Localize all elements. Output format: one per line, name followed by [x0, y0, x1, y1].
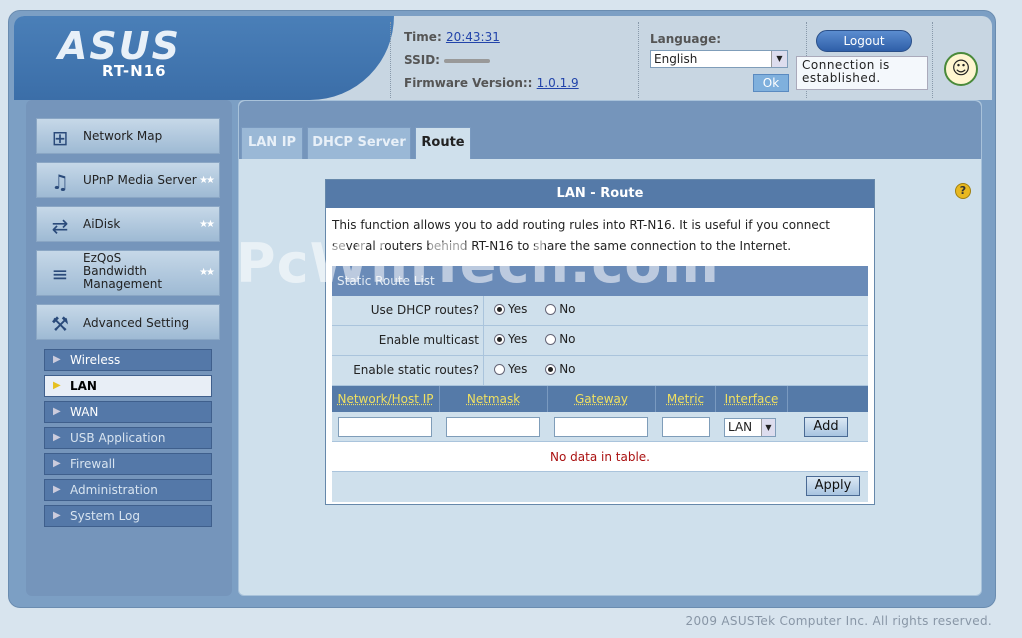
setting-label: Enable static routes? — [332, 356, 484, 385]
sidebar-item-label: EzQoS Bandwidth Management — [83, 251, 163, 291]
stars-icon: ★★ — [199, 175, 215, 186]
netmask-input[interactable] — [446, 417, 540, 437]
radio-selected-icon — [494, 304, 505, 315]
col-network-host-ip: Network/Host IP — [332, 386, 440, 412]
multicast-no[interactable]: No — [545, 332, 576, 346]
time-label: Time: — [404, 30, 442, 44]
sidebar-sub-wan[interactable]: ▶ WAN — [44, 401, 212, 423]
setting-row: Use DHCP routes? Yes No — [332, 296, 868, 326]
col-metric: Metric — [656, 386, 716, 412]
sidebar-item-label: Advanced Setting — [83, 316, 190, 330]
language-label: Language: — [650, 32, 722, 46]
sidebar-item-upnp[interactable]: ♫ UPnP Media Server ★★ — [36, 162, 220, 198]
multicast-yes[interactable]: Yes — [494, 332, 527, 346]
sidebar-item-label: Network Map — [83, 129, 163, 143]
model-name: RT-N16 — [102, 62, 167, 80]
route-input-row: LAN ▼ Add — [332, 412, 868, 442]
add-button[interactable]: Add — [804, 417, 848, 437]
ssid-value-redacted — [444, 58, 491, 63]
section-title: Static Route List — [332, 266, 868, 296]
setting-label: Enable multicast routing? — [332, 326, 484, 376]
triangle-right-icon: ▶ — [53, 510, 61, 521]
chevron-down-icon: ▼ — [771, 51, 787, 67]
tab-lan-ip[interactable]: LAN IP — [241, 127, 303, 159]
panel-description: This function allows you to add routing … — [332, 218, 831, 253]
sidebar-item-ezqos[interactable]: ≡ EzQoS Bandwidth Management ★★ — [36, 250, 220, 296]
sidebar-item-network-map[interactable]: ⊞ Network Map — [36, 118, 220, 154]
dhcp-routes-yes[interactable]: Yes — [494, 302, 527, 316]
col-interface: Interface — [716, 386, 788, 412]
ssid-label: SSID: — [404, 53, 440, 67]
triangle-right-icon: ▶ — [53, 484, 61, 495]
sidebar-item-aidisk[interactable]: ⇄ AiDisk ★★ — [36, 206, 220, 242]
route-panel: LAN - Route This function allows you to … — [325, 179, 875, 505]
gateway-input[interactable] — [554, 417, 648, 437]
mascot-icon: ☺ — [944, 52, 978, 86]
route-table-header: Network/Host IP Netmask Gateway Metric I… — [332, 386, 868, 412]
radio-icon — [545, 334, 557, 345]
col-gateway: Gateway — [548, 386, 656, 412]
triangle-right-icon: ▶ — [53, 406, 61, 417]
sidebar-item-label: UPnP Media Server — [83, 173, 197, 187]
triangle-right-icon: ▶ — [53, 432, 61, 443]
sidebar-sub-firewall[interactable]: ▶ Firewall — [44, 453, 212, 475]
radio-selected-icon — [494, 334, 505, 345]
tab-route[interactable]: Route — [415, 127, 471, 159]
tab-bar: LAN IP DHCP Server Route — [239, 101, 981, 159]
triangle-right-icon: ▶ — [53, 354, 61, 365]
sidebar: ⊞ Network Map ♫ UPnP Media Server ★★ ⇄ A… — [26, 100, 232, 596]
setting-label: Use DHCP routes? — [332, 296, 484, 325]
sidebar-item-advanced[interactable]: ⚒ Advanced Setting — [36, 304, 220, 340]
stars-icon: ★★ — [199, 267, 215, 278]
sidebar-sub-wireless[interactable]: ▶ Wireless — [44, 349, 212, 371]
sidebar-sub-administration[interactable]: ▶ Administration — [44, 479, 212, 501]
disk-icon: ⇄ — [51, 214, 69, 238]
apply-button[interactable]: Apply — [806, 476, 860, 496]
setting-row: Enable multicast routing? Yes No — [332, 326, 868, 376]
firmware-link[interactable]: 1.0.1.9 — [537, 76, 579, 90]
triangle-right-icon: ▶ — [53, 380, 61, 391]
firmware-label: Firmware Version:: — [404, 76, 533, 90]
language-ok-button[interactable]: Ok — [753, 74, 789, 92]
radio-selected-icon — [545, 364, 557, 375]
tab-dhcp-server[interactable]: DHCP Server — [307, 127, 411, 159]
radio-icon — [494, 364, 505, 375]
qos-icon: ≡ — [51, 262, 69, 286]
static-routes-yes[interactable]: Yes — [494, 362, 527, 376]
col-netmask: Netmask — [440, 386, 548, 412]
language-value: English — [654, 52, 698, 66]
panel-title: LAN - Route — [326, 180, 874, 208]
metric-input[interactable] — [662, 417, 710, 437]
help-icon[interactable]: ? — [955, 183, 971, 199]
main-content: LAN IP DHCP Server Route ? LAN - Route T… — [238, 100, 982, 596]
chevron-down-icon: ▼ — [761, 419, 775, 436]
setting-row: Enable static routes? Yes No — [332, 356, 868, 386]
tools-icon: ⚒ — [51, 312, 69, 336]
sidebar-sub-system-log[interactable]: ▶ System Log — [44, 505, 212, 527]
sidebar-sub-lan[interactable]: ▶ LAN — [44, 375, 212, 397]
sidebar-item-label: AiDisk — [83, 217, 121, 231]
sidebar-sub-usb[interactable]: ▶ USB Application — [44, 427, 212, 449]
interface-select[interactable]: LAN ▼ — [724, 418, 776, 437]
radio-icon — [545, 304, 557, 315]
logout-button[interactable]: Logout — [816, 30, 912, 52]
footer-copyright: 2009 ASUSTek Computer Inc. All rights re… — [685, 614, 992, 628]
empty-table-message: No data in table. — [332, 442, 868, 472]
language-select[interactable]: English ▼ — [650, 50, 788, 68]
network-host-ip-input[interactable] — [338, 417, 432, 437]
dhcp-routes-no[interactable]: No — [545, 302, 576, 316]
static-routes-no[interactable]: No — [545, 362, 576, 376]
network-map-icon: ⊞ — [51, 126, 69, 150]
connection-status: Connection is established. — [796, 56, 928, 90]
media-server-icon: ♫ — [51, 170, 69, 194]
triangle-right-icon: ▶ — [53, 458, 61, 469]
time-link[interactable]: 20:43:31 — [446, 30, 500, 44]
stars-icon: ★★ — [199, 219, 215, 230]
